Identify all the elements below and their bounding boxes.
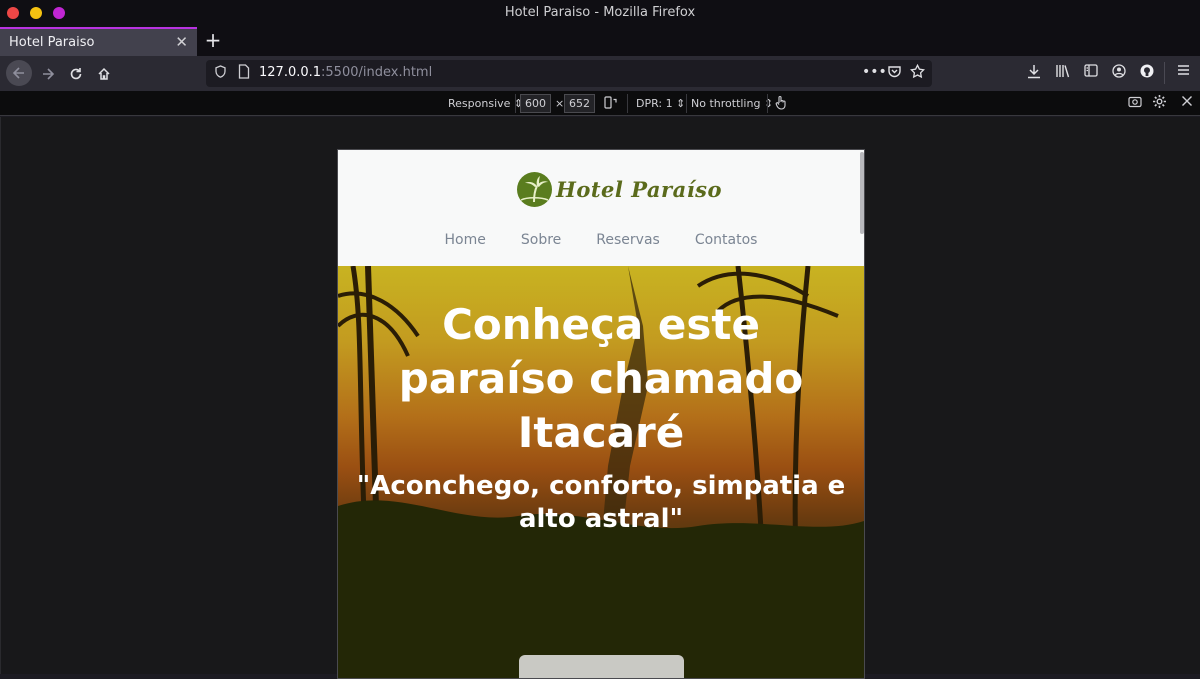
new-tab-button[interactable]: +	[203, 28, 223, 52]
bookmark-star-icon[interactable]	[910, 63, 925, 83]
account-icon[interactable]	[1112, 64, 1126, 82]
tracking-shield-icon[interactable]	[215, 65, 226, 81]
toolbar-divider	[1164, 62, 1165, 84]
palm-tree-logo-icon	[517, 172, 552, 207]
rotate-viewport-icon[interactable]	[604, 96, 618, 112]
rdm-divider	[767, 94, 768, 113]
nav-link-contatos[interactable]: Contatos	[695, 232, 758, 248]
rdm-divider	[627, 94, 628, 113]
settings-gear-icon[interactable]	[1152, 94, 1167, 112]
touch-simulation-icon[interactable]	[775, 95, 788, 113]
reload-button[interactable]	[63, 61, 88, 86]
responsive-viewport: Hotel Paraíso Home Sobre Reservas Contat…	[337, 149, 865, 679]
forward-button[interactable]	[35, 61, 60, 86]
viewport-height-input[interactable]: 652	[564, 94, 595, 113]
logo-text: Hotel Paraíso	[556, 177, 723, 202]
url-text[interactable]: 127.0.0.1:5500/index.html	[259, 65, 432, 80]
downloads-icon[interactable]	[1027, 64, 1041, 83]
nav-link-home[interactable]: Home	[445, 232, 486, 248]
tab-hotel-paraiso[interactable]: Hotel Paraiso ✕	[0, 27, 197, 56]
site-header: Hotel Paraíso Home Sobre Reservas Contat…	[338, 150, 864, 266]
rdm-divider	[515, 94, 516, 113]
reload-icon	[70, 67, 81, 79]
home-icon	[97, 67, 110, 80]
library-icon[interactable]	[1055, 64, 1070, 82]
hero-title: Conheça este paraíso chamado Itacaré	[398, 300, 804, 457]
window-title: Hotel Paraiso - Mozilla Firefox	[504, 5, 696, 20]
hero-cta-button[interactable]	[519, 655, 684, 678]
pocket-icon[interactable]	[887, 64, 902, 83]
nav-link-sobre[interactable]: Sobre	[521, 232, 561, 248]
back-button[interactable]	[6, 60, 32, 86]
arrow-left-icon	[12, 67, 24, 79]
address-bar[interactable]: 127.0.0.1:5500/index.html •••	[206, 60, 932, 87]
page-scrollbar[interactable]	[860, 152, 864, 234]
arrow-right-icon	[42, 67, 54, 80]
hero-section: Conheça este paraíso chamado Itacaré "Ac…	[338, 266, 864, 678]
tab-strip: Hotel Paraiso ✕ +	[0, 27, 1200, 56]
close-rdm-icon[interactable]	[1181, 95, 1193, 110]
nav-toolbar: 127.0.0.1:5500/index.html •••	[0, 56, 1200, 91]
rdm-divider	[686, 94, 687, 113]
dpr-select[interactable]: DPR: 1 ⇕	[636, 97, 685, 110]
sidebar-icon[interactable]	[1084, 64, 1098, 81]
home-button[interactable]	[91, 61, 116, 86]
tab-title: Hotel Paraiso	[9, 35, 95, 50]
tab-close-icon[interactable]: ✕	[175, 33, 188, 51]
page-actions-icon[interactable]: •••	[862, 64, 887, 80]
viewport-width-input[interactable]: 600	[520, 94, 551, 113]
responsive-design-toolbar: Responsive ⇕ 600 × 652 DPR: 1 ⇕ No throt…	[0, 91, 1200, 116]
github-extension-icon[interactable]	[1140, 64, 1154, 82]
menu-hamburger-icon[interactable]	[1177, 64, 1190, 80]
device-mode-select[interactable]: Responsive ⇕	[448, 97, 523, 110]
site-nav: Home Sobre Reservas Contatos	[338, 232, 864, 248]
nav-link-reservas[interactable]: Reservas	[596, 232, 660, 248]
screenshot-icon[interactable]	[1128, 95, 1142, 111]
throttling-select[interactable]: No throttling ⇕	[691, 97, 773, 110]
window-titlebar: Hotel Paraiso - Mozilla Firefox	[0, 0, 1200, 27]
dimension-times-label: ×	[555, 97, 565, 110]
site-logo[interactable]: Hotel Paraíso	[517, 172, 722, 207]
page-info-icon[interactable]	[238, 64, 250, 83]
hero-subtitle: "Aconchego, conforto, simpatia e alto as…	[356, 471, 846, 534]
